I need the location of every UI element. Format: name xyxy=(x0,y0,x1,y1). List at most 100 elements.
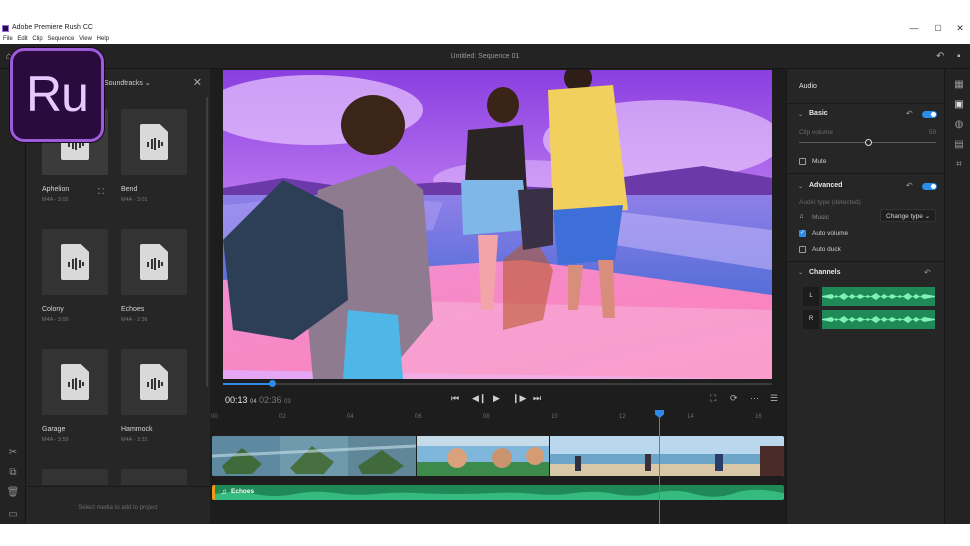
menu-help[interactable]: Help xyxy=(97,36,109,42)
more-options-icon[interactable]: ⋯ xyxy=(750,393,759,404)
undo-icon[interactable]: ↶ xyxy=(936,51,944,62)
reset-basic-icon[interactable]: ↶ xyxy=(906,109,913,118)
waveform-graphic xyxy=(822,316,935,323)
music-note-icon: ♫ xyxy=(221,487,227,496)
media-item-bend[interactable]: Bend M4A - 3:01 xyxy=(121,109,191,203)
scrub-handle[interactable] xyxy=(269,380,277,387)
menu-clip[interactable]: Clip xyxy=(32,36,42,42)
total-frames: 03 xyxy=(284,399,291,405)
menu-sequence[interactable]: Sequence xyxy=(47,36,74,42)
ruler-tick: 02 xyxy=(279,414,286,420)
audio-type-label: Audio type (detected) xyxy=(799,199,861,206)
total-timecode: 02:36 03 xyxy=(259,395,291,405)
media-item-name: Echoes xyxy=(121,306,145,313)
minimize-button[interactable]: — xyxy=(906,23,922,33)
clip-thumbnails xyxy=(212,436,416,476)
premiere-rush-logo: Ru xyxy=(10,48,104,142)
right-channel[interactable]: R xyxy=(803,310,937,329)
clip-volume-label: Clip volume xyxy=(799,129,833,136)
media-item-hammock[interactable]: Hammock M4A - 3:32 xyxy=(121,349,191,443)
play-icon[interactable]: ▶ xyxy=(493,393,500,404)
ruler-tick: 08 xyxy=(483,414,490,420)
clip-volume-slider[interactable] xyxy=(799,139,936,146)
media-scrollbar[interactable] xyxy=(206,97,208,387)
video-clip-island[interactable] xyxy=(212,436,416,476)
audio-thumbnail xyxy=(42,469,108,485)
media-item-partial[interactable] xyxy=(42,469,112,485)
skip-to-end-icon[interactable]: ⏭ xyxy=(533,393,541,404)
scrub-bar[interactable] xyxy=(223,380,772,387)
fullscreen-icon[interactable]: ⛶ xyxy=(710,393,716,404)
audio-clip-name: Echoes xyxy=(231,488,255,495)
step-forward-icon[interactable]: ❙▶ xyxy=(512,393,526,404)
advanced-toggle[interactable] xyxy=(922,183,937,190)
video-clip-beach[interactable] xyxy=(550,436,784,476)
step-back-icon[interactable]: ◀❙ xyxy=(472,393,486,404)
fullscreen-preview-icon[interactable]: ⛶ xyxy=(98,187,104,197)
soundtracks-dropdown[interactable]: Soundtracks ⌄ xyxy=(104,79,151,87)
transform-icon[interactable]: ⌗ xyxy=(952,159,966,170)
split-clip-icon[interactable]: ✂ xyxy=(6,447,20,458)
video-preview[interactable] xyxy=(223,70,772,379)
maximize-button[interactable]: ▢ xyxy=(930,23,946,32)
change-type-dropdown[interactable]: Change type ⌄ xyxy=(880,209,936,222)
audio-waveform xyxy=(215,489,784,500)
top-bar: ⌂ Untitled: Sequence 01 ↶ ▪ xyxy=(0,44,970,69)
divider xyxy=(787,261,945,262)
duplicate-icon[interactable]: ⧉ xyxy=(6,467,20,478)
soundtracks-label: Soundtracks xyxy=(104,80,143,87)
divider xyxy=(787,173,945,174)
audio-track-echoes[interactable]: ♫ Echoes xyxy=(212,485,784,500)
timeline-settings-icon[interactable]: ☰ xyxy=(770,393,778,404)
delete-icon[interactable]: 🗑 xyxy=(6,487,20,498)
reset-advanced-icon[interactable]: ↶ xyxy=(906,181,913,190)
color-icon[interactable]: ◍ xyxy=(952,119,966,130)
change-type-label: Change type xyxy=(886,213,923,220)
clip-volume-handle[interactable] xyxy=(864,139,872,146)
chevron-down-icon[interactable]: ⌄ xyxy=(798,269,803,276)
auto-duck-checkbox[interactable] xyxy=(799,246,806,253)
app-icon xyxy=(2,25,9,32)
audio-thumbnail xyxy=(121,469,187,485)
basic-toggle[interactable] xyxy=(922,111,937,118)
basic-section-label: Basic xyxy=(809,110,828,117)
speed-icon[interactable]: ▤ xyxy=(952,139,966,150)
music-note-icon: ♫ xyxy=(799,213,804,220)
auto-volume-label: Auto volume xyxy=(812,230,849,237)
timeline-ruler[interactable]: 00 02 04 06 08 10 12 14 16 xyxy=(210,411,786,433)
skip-to-start-icon[interactable]: ⏮ xyxy=(451,393,459,404)
media-item-name: Colony xyxy=(42,306,64,313)
effects-icon[interactable]: ▦ xyxy=(952,79,966,90)
media-item-garage[interactable]: Garage M4A - 3:59 xyxy=(42,349,112,443)
reset-channels-icon[interactable]: ↶ xyxy=(924,268,931,277)
preview-and-timeline: 00:13 04 02:36 03 ⏮ ◀❙ ▶ ❙▶ ⏭ ⛶ ⟳ ⋯ ☰ 00… xyxy=(210,69,786,524)
menu-view[interactable]: View xyxy=(79,36,92,42)
media-item-name: Garage xyxy=(42,426,66,433)
mute-checkbox[interactable] xyxy=(799,158,806,165)
audio-thumbnail xyxy=(121,349,187,415)
left-channel-label: L xyxy=(803,287,819,306)
video-track[interactable] xyxy=(212,436,784,476)
media-item-meta: M4A - 3:01 xyxy=(121,197,148,203)
comment-icon[interactable]: ▪ xyxy=(957,51,961,62)
left-channel[interactable]: L xyxy=(803,287,937,306)
channels-section-label: Channels xyxy=(809,269,841,276)
chevron-down-icon[interactable]: ⌄ xyxy=(798,111,803,118)
waveform-icon xyxy=(147,138,163,150)
menu-file[interactable]: File xyxy=(3,36,13,42)
waveform-graphic xyxy=(822,293,935,300)
collapse-icon[interactable]: ▭ xyxy=(6,509,20,520)
media-item-echoes[interactable]: Echoes M4A - 2:36 xyxy=(121,229,191,323)
ruler-tick: 12 xyxy=(619,414,626,420)
video-clip-selfie[interactable] xyxy=(417,436,549,476)
auto-volume-checkbox[interactable] xyxy=(799,229,806,237)
media-item-partial[interactable] xyxy=(121,469,191,485)
chevron-down-icon[interactable]: ⌄ xyxy=(798,183,803,190)
close-window-button[interactable]: ✕ xyxy=(952,23,968,34)
menu-edit[interactable]: Edit xyxy=(17,36,27,42)
current-time: 00:13 xyxy=(225,395,248,405)
audio-panel-icon[interactable]: ▣ xyxy=(952,99,966,110)
media-item-colony[interactable]: Colony M4A - 3:00 xyxy=(42,229,112,323)
close-panel-icon[interactable]: ✕ xyxy=(193,76,202,89)
loop-icon[interactable]: ⟳ xyxy=(730,393,738,404)
